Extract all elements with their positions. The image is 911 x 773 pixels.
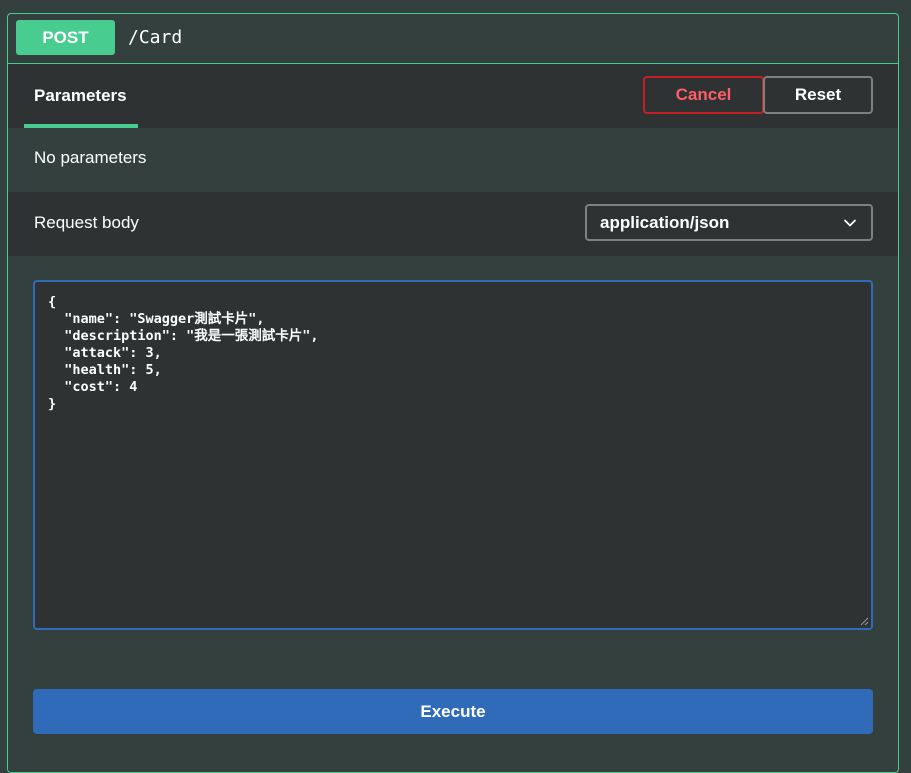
request-body-content: { "name": "Swagger測試卡片", "description": … — [8, 256, 898, 772]
parameters-body: No parameters — [8, 128, 898, 192]
execute-button[interactable]: Execute — [33, 689, 873, 734]
reset-button[interactable]: Reset — [763, 76, 873, 114]
request-body-editor[interactable]: { "name": "Swagger測試卡片", "description": … — [33, 280, 873, 630]
request-body-json[interactable]: { "name": "Swagger測試卡片", "description": … — [48, 294, 319, 413]
operation-block-post-card: POST /Card Parameters Cancel Reset No pa… — [7, 13, 899, 773]
resize-handle-icon[interactable] — [859, 616, 869, 626]
no-parameters-text: No parameters — [34, 148, 147, 167]
chevron-down-icon — [844, 219, 856, 227]
tab-parameters[interactable]: Parameters — [24, 64, 138, 128]
request-body-label: Request body — [34, 213, 139, 232]
operation-summary[interactable]: POST /Card — [8, 14, 898, 64]
content-type-select[interactable]: application/json — [585, 204, 873, 241]
tab-parameters-label: Parameters — [34, 86, 127, 105]
content-type-value: application/json — [600, 213, 730, 232]
method-badge: POST — [16, 20, 115, 55]
endpoint-path: /Card — [128, 27, 183, 48]
parameters-header: Parameters Cancel Reset — [8, 64, 898, 128]
request-body-header: Request body application/json — [8, 192, 898, 256]
cancel-button[interactable]: Cancel — [643, 76, 764, 114]
